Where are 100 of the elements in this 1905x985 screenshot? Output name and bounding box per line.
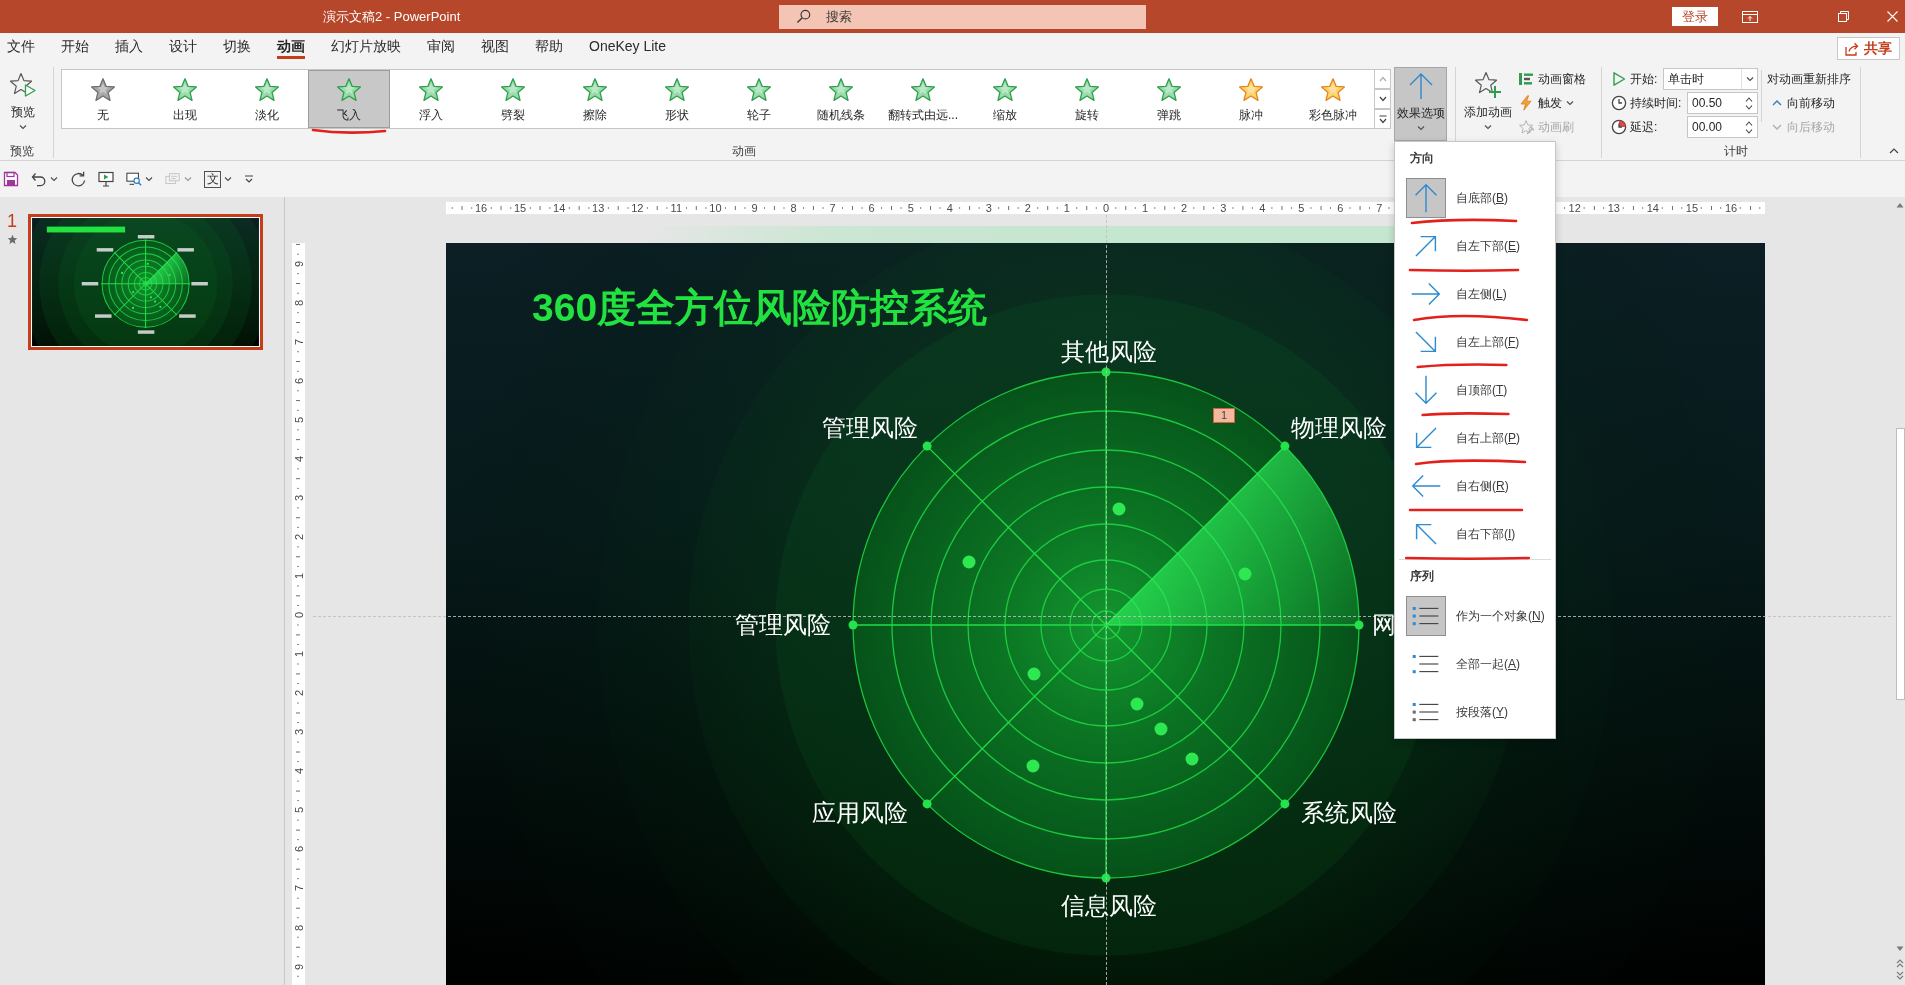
menu-item[interactable]: 作为一个对象(N)	[1395, 592, 1555, 640]
effect-item[interactable]: 弹跳	[1128, 70, 1210, 128]
blip-dot	[1154, 722, 1168, 736]
effect-item[interactable]: 出现	[144, 70, 226, 128]
menu-item[interactable]: 自左侧(L)	[1395, 270, 1555, 318]
spin-down-icon[interactable]	[1745, 128, 1753, 134]
spin-up-icon[interactable]	[1745, 96, 1753, 102]
effect-item[interactable]: 淡化	[226, 70, 308, 128]
collapse-ribbon-icon[interactable]	[1889, 148, 1899, 154]
effect-item[interactable]: 无	[62, 70, 144, 128]
effect-item[interactable]: 飞入	[308, 70, 390, 128]
star-icon	[992, 77, 1018, 103]
animation-pane-button[interactable]: 动画窗格	[1518, 67, 1586, 91]
effect-item[interactable]: 劈裂	[472, 70, 554, 128]
reorder-title: 对动画重新排序	[1767, 71, 1851, 88]
ribbon-tab[interactable]: 开始	[55, 33, 95, 60]
ribbon-display-icon[interactable]	[1742, 10, 1758, 23]
effect-item[interactable]: 浮入	[390, 70, 472, 128]
slide-thumbnail[interactable]	[28, 214, 263, 350]
ruler-number: 4	[1258, 202, 1267, 214]
previous-slide-icon[interactable]	[1896, 958, 1904, 968]
ribbon-tab[interactable]: 切换	[217, 33, 257, 60]
star-icon	[172, 77, 198, 103]
menu-item[interactable]: 按段落(Y)	[1395, 688, 1555, 736]
star-icon	[1156, 77, 1182, 103]
search-icon	[796, 9, 811, 24]
radar-label: 其他风险	[1061, 337, 1157, 367]
menu-item[interactable]: 全部一起(A)	[1395, 640, 1555, 688]
menu-item[interactable]: 自右上部(P)	[1395, 414, 1555, 462]
trigger-button[interactable]: 触发	[1518, 91, 1586, 115]
menu-item[interactable]: 自底部(B)	[1395, 174, 1555, 222]
gallery-scroll-down-button[interactable]	[1374, 89, 1391, 109]
ruler-number: 2	[1180, 202, 1189, 214]
caret-up-icon[interactable]	[1896, 202, 1904, 208]
menu-item[interactable]: 自右侧(R)	[1395, 462, 1555, 510]
star-icon	[336, 77, 362, 103]
ribbon-tab[interactable]: 视图	[475, 33, 515, 60]
effect-item[interactable]: 缩放	[964, 70, 1046, 128]
star-plus-icon	[1474, 71, 1502, 99]
ruler-number: 12	[1567, 202, 1582, 214]
sign-in-button[interactable]: 登录	[1672, 7, 1718, 26]
next-slide-icon[interactable]	[1896, 971, 1904, 981]
gallery-more-button[interactable]	[1374, 109, 1391, 129]
effect-item[interactable]: 脉冲	[1210, 70, 1292, 128]
ruler-number: 2	[1023, 202, 1032, 214]
star-icon	[500, 77, 526, 103]
spin-up-icon[interactable]	[1745, 120, 1753, 126]
animation-tag[interactable]: 1	[1213, 408, 1235, 423]
projector-screen-icon	[98, 171, 114, 187]
ribbon-tab[interactable]: 帮助	[529, 33, 569, 60]
ribbon-tab[interactable]: 审阅	[421, 33, 461, 60]
effect-item[interactable]: 彩色脉冲	[1292, 70, 1374, 128]
ribbon-tab[interactable]: 幻灯片放映	[325, 33, 407, 60]
star-icon	[1238, 77, 1264, 103]
move-earlier-button[interactable]: 向前移动	[1767, 91, 1851, 115]
caret-down-icon	[1378, 96, 1387, 102]
ruler-number: 16	[1723, 202, 1739, 214]
ribbon-tab[interactable]: 动画	[271, 33, 311, 60]
duration-field[interactable]: 00.50	[1687, 92, 1758, 114]
star-brush-icon	[1518, 119, 1534, 135]
ribbon-tab[interactable]: 文件	[1, 33, 41, 60]
caret-down-icon[interactable]	[1896, 946, 1904, 952]
menu-item[interactable]: 自顶部(T)	[1395, 366, 1555, 414]
delay-field[interactable]: 00.00	[1687, 116, 1758, 138]
ribbon-tab[interactable]: OneKey Lite	[583, 33, 673, 60]
ruler-number: 13	[591, 202, 606, 214]
field-label: 延迟:	[1630, 118, 1658, 136]
effect-item[interactable]: 随机线条	[800, 70, 882, 128]
restore-icon[interactable]	[1838, 11, 1849, 22]
scrollbar-thumb[interactable]	[1895, 428, 1905, 700]
spoke-end-dot	[922, 799, 932, 809]
effect-item[interactable]: 轮子	[718, 70, 800, 128]
ruler-number: 9	[750, 202, 759, 214]
ruler-number: 13	[1606, 202, 1621, 214]
group-label: 计时	[1723, 144, 1748, 158]
effect-options-button[interactable]: 效果选项	[1394, 67, 1447, 141]
effect-item[interactable]: 形状	[636, 70, 718, 128]
menu-item[interactable]: 自左上部(F)	[1395, 318, 1555, 366]
radar-label: 网	[1372, 610, 1396, 640]
add-animation-button[interactable]: 添加动画	[1462, 67, 1514, 141]
ribbon-tab[interactable]: 设计	[163, 33, 203, 60]
effect-item[interactable]: 旋转	[1046, 70, 1128, 128]
search-field[interactable]: 搜索	[779, 4, 1146, 29]
start-dropdown[interactable]: 单击时	[1663, 68, 1758, 90]
menu-item[interactable]: 自左下部(E)	[1395, 222, 1555, 270]
preview-button[interactable]: 预览	[4, 67, 42, 141]
ruler-number: 15	[1684, 202, 1699, 214]
ruler-number: 0	[1101, 202, 1111, 214]
star-icon	[418, 77, 444, 103]
character-button[interactable]: 文	[204, 168, 232, 190]
close-icon[interactable]	[1887, 11, 1898, 22]
ribbon-tab[interactable]: 插入	[109, 33, 149, 60]
share-button[interactable]: 共享	[1837, 37, 1900, 60]
effect-item[interactable]: 翻转式由远...	[882, 70, 964, 128]
spin-down-icon[interactable]	[1745, 104, 1753, 110]
effect-item[interactable]: 擦除	[554, 70, 636, 128]
group-label: 预览	[10, 144, 34, 158]
stacked-pages-icon	[165, 171, 181, 187]
play-icon	[1611, 71, 1627, 87]
menu-item[interactable]: 自右下部(I)	[1395, 510, 1555, 558]
